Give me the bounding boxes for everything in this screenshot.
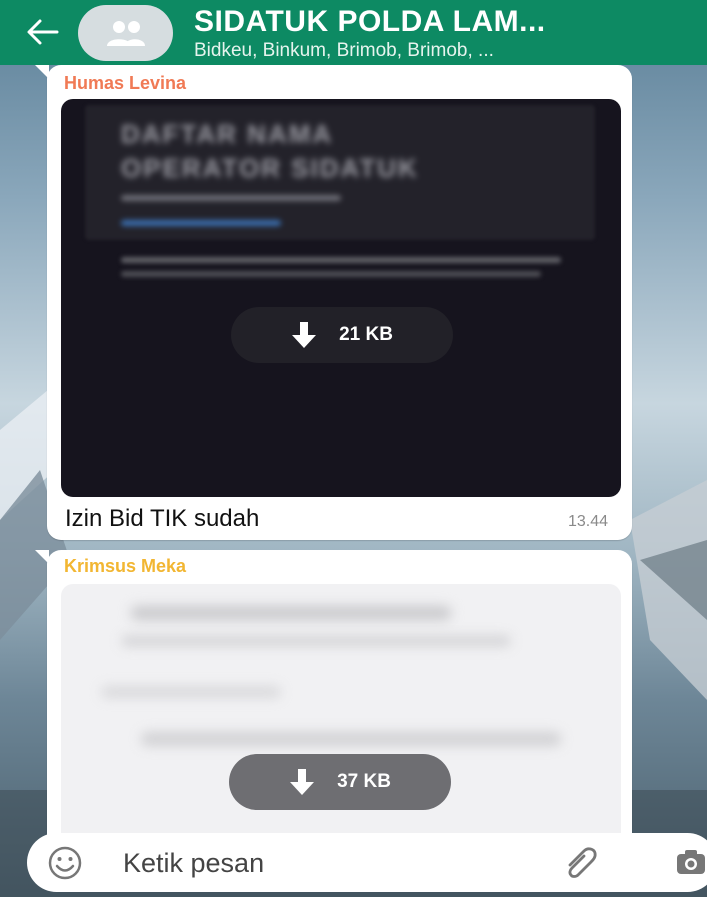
- message-time: 13.44: [567, 513, 608, 530]
- camera-button[interactable]: [675, 847, 707, 881]
- paperclip-icon: [568, 847, 597, 878]
- camera-icon: [677, 850, 705, 874]
- message-caption: Izin Bid TIK sudah: [65, 505, 260, 532]
- document-preview[interactable]: 37 KB: [61, 584, 621, 835]
- message-input[interactable]: [123, 844, 543, 882]
- preview-link-line: [121, 220, 281, 226]
- sender-name: Krimsus Meka: [64, 556, 187, 576]
- bubble-tail: [35, 65, 49, 79]
- preview-line: [121, 636, 511, 646]
- emoji-icon: [48, 846, 82, 880]
- chat-header: SIDATUK POLDA LAM... Bidkeu, Binkum, Bri…: [0, 0, 707, 65]
- preview-title-line2: OPERATOR SIDATUK: [121, 153, 419, 183]
- download-button[interactable]: 37 KB: [229, 754, 451, 810]
- emoji-button[interactable]: [47, 845, 83, 881]
- sender-name: Humas Levina: [64, 73, 187, 93]
- preview-title-line1: DAFTAR NAMA: [121, 119, 334, 149]
- chat-title: SIDATUK POLDA LAM...: [194, 5, 546, 38]
- message-input-bar: [27, 833, 707, 892]
- group-avatar[interactable]: [78, 5, 173, 61]
- preview-card: DAFTAR NAMA OPERATOR SIDATUK: [85, 105, 595, 240]
- preview-line: [131, 606, 451, 620]
- document-preview[interactable]: DAFTAR NAMA OPERATOR SIDATUK 21 KB: [61, 99, 621, 497]
- preview-line: [121, 257, 561, 263]
- attach-button[interactable]: [562, 845, 602, 881]
- group-icon: [106, 21, 145, 46]
- preview-line: [121, 271, 541, 277]
- back-button[interactable]: [22, 14, 62, 50]
- file-size: 21 KB: [339, 324, 393, 345]
- download-icon: [292, 322, 317, 348]
- arrow-left-icon: [27, 19, 59, 45]
- download-icon: [290, 769, 315, 795]
- preview-line: [141, 732, 561, 746]
- message-bubble[interactable]: Krimsus Meka 37 KB: [35, 550, 632, 835]
- chat-title-block[interactable]: SIDATUK POLDA LAM... Bidkeu, Binkum, Bri…: [194, 6, 694, 62]
- chat-participants: Bidkeu, Binkum, Brimob, Brimob, ...: [194, 40, 494, 61]
- preview-line: [101, 686, 281, 698]
- preview-line: [121, 195, 341, 201]
- bubble-tail: [35, 550, 49, 564]
- file-size: 37 KB: [337, 771, 391, 792]
- message-bubble[interactable]: Humas Levina DAFTAR NAMA OPERATOR SIDATU…: [35, 65, 632, 540]
- download-button[interactable]: 21 KB: [231, 307, 453, 363]
